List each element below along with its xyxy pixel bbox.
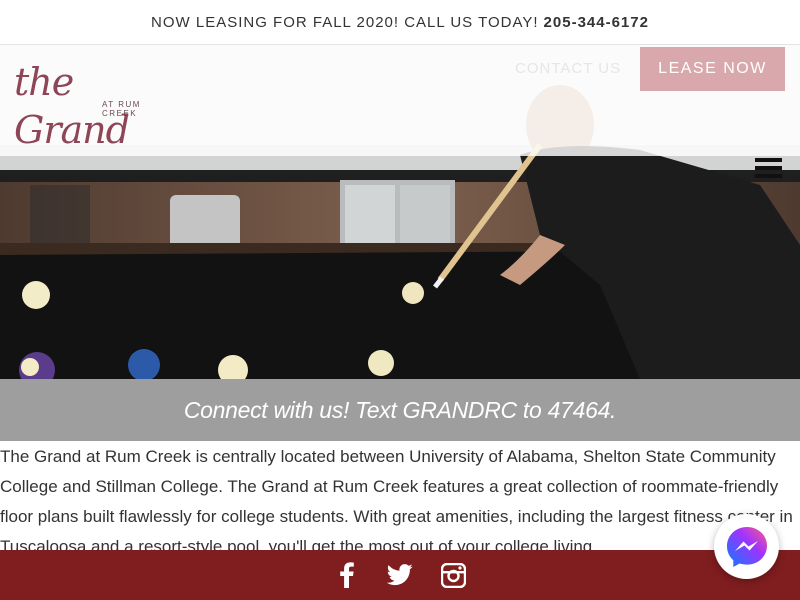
nav-contact-us[interactable]: CONTACT US: [515, 58, 621, 80]
text-us-banner: Connect with us! Text GRANDRC to 47464.: [0, 379, 800, 441]
instagram-icon[interactable]: [440, 562, 467, 589]
lease-now-button[interactable]: LEASE NOW: [640, 47, 785, 91]
menu-bar: [755, 158, 782, 162]
social-footer: [0, 550, 800, 600]
announcement-bar: NOW LEASING FOR FALL 2020! CALL US TODAY…: [0, 0, 800, 45]
phone-link[interactable]: 205-344-6172: [544, 14, 649, 31]
hamburger-menu-icon[interactable]: [755, 156, 782, 180]
menu-bar: [755, 166, 782, 170]
logo-subtitle: AT RUM CREEK: [102, 100, 141, 118]
text-us-message: Connect with us! Text GRANDRC to 47464.: [183, 396, 617, 423]
twitter-icon[interactable]: [387, 562, 414, 589]
menu-bar: [755, 174, 782, 178]
site-logo[interactable]: the Grand AT RUM CREEK: [14, 58, 174, 152]
facebook-icon[interactable]: [334, 562, 361, 589]
intro-paragraph: The Grand at Rum Creek is centrally loca…: [0, 447, 793, 550]
messenger-chat-icon[interactable]: [714, 514, 779, 579]
announcement-text: NOW LEASING FOR FALL 2020! CALL US TODAY…: [151, 13, 539, 31]
